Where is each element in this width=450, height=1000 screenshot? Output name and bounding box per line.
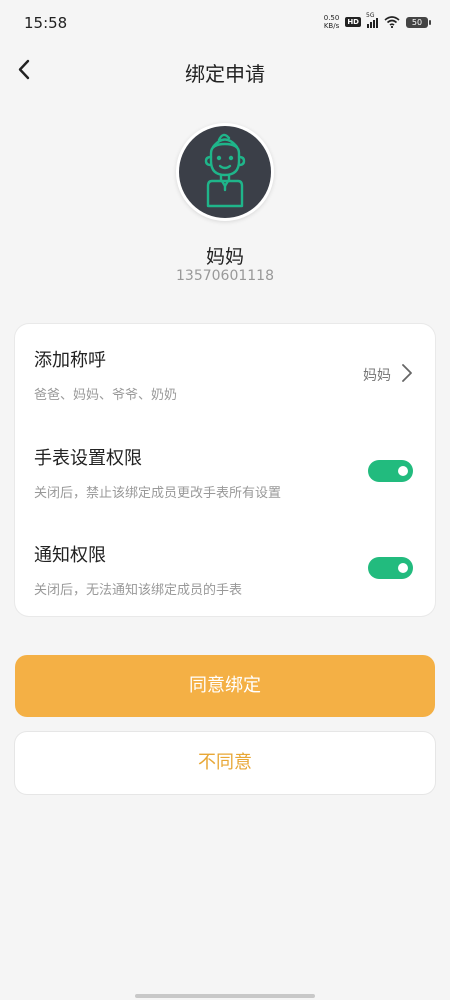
notify-permission-title: 通知权限 [34, 545, 106, 566]
settings-card: 添加称呼 爸爸、妈妈、爷爷、奶奶 妈妈 手表设置权限 关闭后，禁止该绑定成员更改… [15, 324, 435, 616]
status-icons: 0.50 KB/s HD 5G 50 [323, 12, 431, 30]
status-time: 15:58 [24, 14, 68, 32]
nickname-description: 爸爸、妈妈、爷爷、奶奶 [34, 388, 178, 403]
watch-permission-description: 关闭后，禁止该绑定成员更改手表所有设置 [34, 486, 282, 501]
notify-permission-row: 通知权限 关闭后，无法通知该绑定成员的手表 [15, 519, 435, 615]
nickname-title: 添加称呼 [34, 350, 106, 371]
user-name: 妈妈 [205, 246, 244, 268]
home-indicator[interactable] [135, 994, 315, 998]
notify-permission-description: 关闭后，无法通知该绑定成员的手表 [34, 583, 243, 598]
watch-permission-row: 手表设置权限 关闭后，禁止该绑定成员更改手表所有设置 [15, 422, 435, 518]
notify-permission-toggle[interactable] [368, 557, 413, 579]
status-bar: 15:58 0.50 KB/s HD 5G 50 [0, 0, 450, 48]
avatar [176, 123, 274, 221]
chevron-right-icon [402, 364, 412, 382]
network-speed: 0.50 KB/s [323, 14, 340, 30]
user-phone: 13570601118 [176, 268, 274, 284]
watch-permission-toggle[interactable] [368, 460, 413, 482]
page-title: 绑定申请 [185, 62, 265, 86]
agree-button[interactable]: 同意绑定 [15, 655, 435, 717]
watch-permission-title: 手表设置权限 [34, 448, 142, 469]
disagree-button[interactable]: 不同意 [15, 732, 435, 794]
nav-bar: 绑定申请 [0, 48, 450, 92]
nickname-row[interactable]: 添加称呼 爸爸、妈妈、爷爷、奶奶 妈妈 [15, 324, 435, 420]
child-avatar-icon [204, 133, 246, 208]
cellular-signal-icon: 5G [366, 12, 378, 28]
wifi-icon [384, 16, 400, 28]
nickname-value: 妈妈 [363, 368, 391, 384]
hd-badge: HD [345, 17, 361, 27]
battery-icon: 50 [406, 16, 431, 28]
